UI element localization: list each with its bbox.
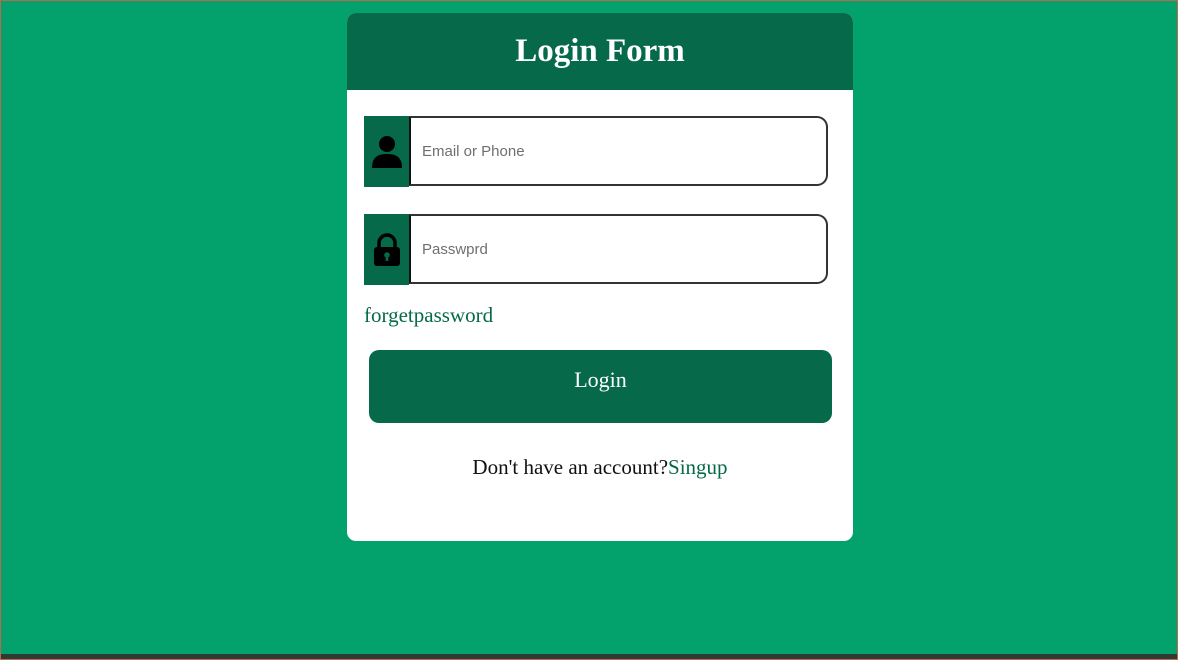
- forget-password-link[interactable]: forgetpassword: [364, 303, 493, 328]
- password-field[interactable]: [409, 214, 828, 284]
- login-card: Login Form forgetpassword Login Don't ha…: [347, 13, 853, 541]
- user-icon: [364, 116, 409, 187]
- card-header: Login Form: [347, 13, 853, 90]
- bottom-divider: [1, 654, 1177, 659]
- email-field-group: [364, 116, 828, 187]
- signup-row: Don't have an account?Singup: [347, 455, 853, 480]
- lock-icon: [364, 214, 409, 285]
- email-field[interactable]: [409, 116, 828, 186]
- signup-link[interactable]: Singup: [668, 455, 728, 479]
- password-field-group: [364, 214, 828, 285]
- page-title: Login Form: [515, 33, 685, 69]
- signup-prompt: Don't have an account?: [472, 455, 669, 479]
- login-button[interactable]: Login: [369, 350, 832, 423]
